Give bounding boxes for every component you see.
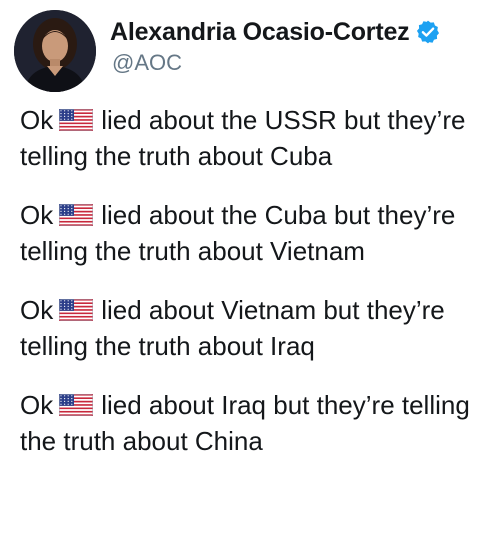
tweet-paragraph-3: Ok lied about Vietnam but they’re telling… <box>20 292 480 364</box>
tweet-paragraph-1: Ok lied about the USSR but they’re tellin… <box>20 102 480 174</box>
paragraph-prefix: Ok <box>20 390 54 420</box>
user-handle[interactable]: @AOC <box>112 50 182 76</box>
avatar[interactable] <box>14 10 96 92</box>
paragraph-prefix: Ok <box>20 200 54 230</box>
display-name[interactable]: Alexandria Ocasio-Cortez <box>110 18 410 47</box>
tweet-header: Alexandria Ocasio-Cortez @AOC <box>8 6 480 92</box>
us-flag-icon <box>59 389 94 417</box>
us-flag-icon <box>59 199 94 227</box>
profile-photo-icon <box>14 10 96 92</box>
tweet-card: Alexandria Ocasio-Cortez @AOC Ok lied abo… <box>0 0 488 555</box>
tweet-paragraph-2: Ok lied about the Cuba but they’re tellin… <box>20 197 480 269</box>
verified-badge-icon <box>415 19 441 45</box>
us-flag-icon <box>59 294 94 322</box>
paragraph-prefix: Ok <box>20 105 54 135</box>
tweet-paragraph-4: Ok lied about Iraq but they’re telling th… <box>20 387 480 459</box>
us-flag-icon <box>59 104 94 132</box>
tweet-text: Ok lied about the USSR but they’re tellin… <box>20 102 480 482</box>
paragraph-prefix: Ok <box>20 295 54 325</box>
name-row: Alexandria Ocasio-Cortez <box>110 14 441 50</box>
